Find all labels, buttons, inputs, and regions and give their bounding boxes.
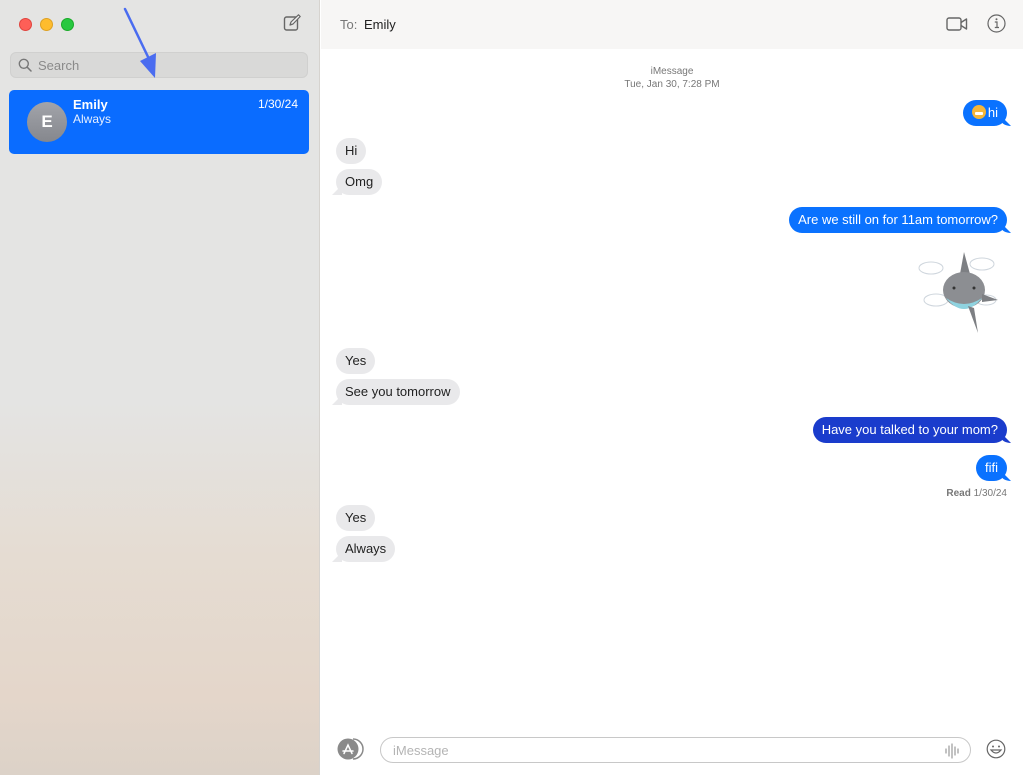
maximize-window-button[interactable]	[61, 18, 74, 31]
message-bubble-outgoing[interactable]: Have you talked to your mom?	[812, 417, 1007, 443]
info-icon[interactable]	[987, 14, 1006, 33]
app-store-icon[interactable]	[335, 738, 365, 760]
service-label: iMessage	[650, 66, 694, 77]
message-bubble-incoming[interactable]: Hi	[336, 138, 367, 164]
search-field[interactable]	[10, 52, 308, 78]
recipient-name[interactable]: Emily	[364, 17, 396, 32]
shark-sticker-icon[interactable]	[916, 248, 1006, 338]
sidebar: E Emily Always 1/30/24	[0, 0, 320, 775]
conversation-preview: Always	[73, 112, 112, 126]
search-icon	[18, 58, 32, 72]
message-bubble-outgoing[interactable]: hi	[962, 100, 1007, 126]
message-text: hi	[987, 105, 998, 120]
search-input[interactable]	[38, 57, 298, 73]
window-controls	[19, 18, 74, 31]
to-label: To:	[340, 17, 358, 32]
video-call-icon[interactable]	[946, 13, 968, 35]
message-bubble-incoming[interactable]: Always	[336, 536, 396, 562]
avatar: E	[27, 102, 67, 142]
thread-info: iMessage Tue, Jan 30, 7:28 PM	[321, 65, 1023, 91]
compose-icon[interactable]	[283, 14, 301, 32]
conversation-date: 1/30/24	[257, 97, 298, 111]
conversation-header: To: Emily	[321, 0, 1023, 49]
message-bubble-incoming[interactable]: Yes	[336, 505, 376, 531]
message-bubble-outgoing[interactable]: Are we still on for 11am tomorrow?	[789, 207, 1007, 233]
conversation-pane: To: Emily iMessage Tue, Jan 30, 7:28 PM …	[321, 0, 1023, 775]
conversation-name: Emily	[73, 97, 108, 112]
conversation-item-emily[interactable]: E Emily Always 1/30/24	[9, 90, 309, 154]
message-field[interactable]	[380, 737, 971, 763]
audio-waveform-icon[interactable]	[944, 743, 960, 759]
read-label: Read	[946, 488, 971, 499]
message-bubble-outgoing[interactable]: fifi	[976, 455, 1007, 481]
thread-timestamp: Tue, Jan 30, 7:28 PM	[624, 79, 720, 90]
message-bubble-incoming[interactable]: See you tomorrow	[336, 379, 460, 405]
read-receipt: Read 1/30/24	[946, 488, 1007, 499]
message-input[interactable]	[393, 742, 933, 758]
minimize-window-button[interactable]	[40, 18, 53, 31]
grimacing-face-emoji-icon	[971, 105, 986, 119]
read-date: 1/30/24	[973, 488, 1007, 499]
emoji-picker-icon[interactable]	[986, 739, 1006, 759]
close-window-button[interactable]	[19, 18, 32, 31]
message-bubble-incoming[interactable]: Yes	[336, 348, 376, 374]
message-bubble-incoming[interactable]: Omg	[336, 169, 383, 195]
